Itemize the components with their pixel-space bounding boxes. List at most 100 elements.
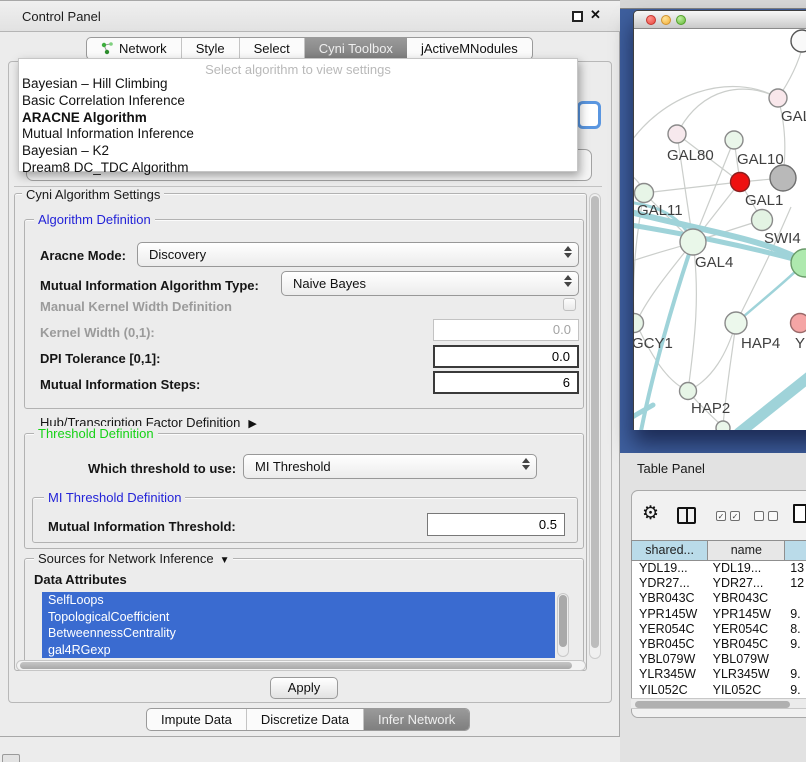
algorithm-menu-hint: Select algorithm to view settings — [19, 59, 577, 76]
application-screen: Control Panel ✕ Network Style Select Cyn… — [0, 0, 806, 762]
mi-type-value: Naive Bayes — [293, 276, 366, 291]
table-row[interactable]: YDR27...YDR27...12 — [632, 576, 806, 591]
cell-shared: YBR045C — [632, 637, 709, 652]
zoom-traffic-light-icon[interactable] — [676, 15, 686, 25]
scrollbar-thumb[interactable] — [635, 701, 790, 708]
gear-icon[interactable]: ⚙ — [642, 502, 659, 525]
close-traffic-light-icon[interactable] — [646, 15, 656, 25]
tab-infer-network-label: Infer Network — [378, 712, 455, 727]
scrollbar-thumb[interactable] — [20, 662, 572, 669]
tab-cyni-toolbox-label: Cyni Toolbox — [319, 41, 393, 56]
table-row[interactable]: YBL079WYBL079W — [632, 652, 806, 667]
unchecked-checkbox-icon[interactable] — [754, 511, 764, 521]
table-row[interactable]: YLR345WYLR345W9. — [632, 667, 806, 682]
tab-select-label: Select — [254, 41, 290, 56]
mi-type-combo[interactable]: Naive Bayes — [281, 271, 579, 296]
network-view[interactable]: GAL GAL80 GAL10 GAL1 GAL11 SWI4 GAL4 GCY… — [634, 29, 806, 430]
node-label-swi4: SWI4 — [764, 230, 801, 247]
node-label-y-partial: Y — [795, 335, 805, 352]
network-window: GAL GAL80 GAL10 GAL1 GAL11 SWI4 GAL4 GCY… — [633, 10, 806, 430]
table-row[interactable]: YPR145WYPR145W9. — [632, 607, 806, 622]
cell-name: YBR045C — [709, 637, 787, 652]
unchecked-checkbox-icon[interactable] — [768, 511, 778, 521]
tab-jactivemnodules[interactable]: jActiveMNodules — [407, 38, 532, 59]
checked-checkbox-icon[interactable]: ✓ — [716, 511, 726, 521]
node-label-gal4: GAL4 — [695, 254, 733, 271]
apply-button[interactable]: Apply — [270, 677, 338, 699]
stepper-icon — [520, 458, 531, 470]
aracne-mode-label: Aracne Mode: — [40, 248, 126, 263]
manual-kernel-checkbox[interactable] — [563, 298, 576, 311]
dpi-tolerance-field[interactable]: 0.0 — [433, 345, 579, 368]
tab-impute-data[interactable]: Impute Data — [147, 709, 247, 730]
attributes-scrollbar[interactable] — [557, 593, 569, 657]
algorithm-dropdown-menu: Select algorithm to view settings Bayesi… — [18, 58, 578, 172]
cyni-algorithm-settings-title: Cyni Algorithm Settings — [22, 187, 164, 202]
attr-item-topologicalcoefficient[interactable]: TopologicalCoefficient — [42, 609, 555, 626]
table-row[interactable]: YER054CYER054C8. — [632, 622, 806, 637]
cell-name: YBL079W — [709, 652, 787, 667]
tab-style[interactable]: Style — [182, 38, 240, 59]
table-row[interactable]: YBR043CYBR043C — [632, 591, 806, 606]
aracne-mode-combo[interactable]: Discovery — [137, 242, 579, 267]
node-label-gal80: GAL80 — [667, 147, 714, 164]
scrollbar-thumb[interactable] — [591, 196, 599, 648]
tab-jactivemnodules-label: jActiveMNodules — [421, 41, 518, 56]
cell-name: YDR27... — [709, 576, 787, 591]
table-horizontal-scrollbar[interactable] — [631, 698, 806, 709]
kernel-width-field[interactable]: 0.0 — [433, 319, 579, 341]
tab-network[interactable]: Network — [87, 38, 182, 59]
attr-item-betweennesscentrality[interactable]: BetweennessCentrality — [42, 625, 555, 642]
checked-checkbox-icon[interactable]: ✓ — [730, 511, 740, 521]
tab-cyni-toolbox[interactable]: Cyni Toolbox — [305, 38, 407, 59]
settings-vertical-scrollbar[interactable] — [589, 193, 601, 659]
cell-name: YLR345W — [709, 667, 787, 682]
scrollbar-thumb[interactable] — [559, 595, 567, 647]
kernel-width-label: Kernel Width (0,1): — [40, 325, 155, 340]
node-label-gal1: GAL1 — [745, 192, 783, 209]
which-threshold-label: Which threshold to use: — [88, 461, 236, 476]
restore-icon[interactable] — [572, 11, 583, 22]
column-layout-icon[interactable] — [677, 507, 696, 524]
table-body: YDL19...YDL19...13 YDR27...YDR27...12 YB… — [631, 561, 806, 698]
column-header-partial[interactable] — [785, 541, 806, 560]
table-row[interactable]: YIL052CYIL052C9. — [632, 683, 806, 698]
mi-threshold-field[interactable]: 0.5 — [427, 513, 565, 536]
close-icon[interactable]: ✕ — [590, 7, 601, 23]
hidden-focused-combo-fragment — [577, 101, 601, 129]
column-header-name[interactable]: name — [708, 541, 785, 560]
table-row[interactable]: YBR045CYBR045C9. — [632, 637, 806, 652]
menu-item-dream8[interactable]: Dream8 DC_TDC Algorithm — [19, 160, 577, 177]
menu-item-bayesian-k2[interactable]: Bayesian – K2 — [19, 143, 577, 160]
which-threshold-combo[interactable]: MI Threshold — [243, 454, 537, 479]
cell-name: YPR145W — [709, 607, 787, 622]
menu-item-basic-correlation[interactable]: Basic Correlation Inference — [19, 93, 577, 110]
settings-horizontal-scrollbar[interactable] — [16, 660, 586, 671]
cell-shared: YBR043C — [632, 591, 709, 606]
column-header-shared[interactable]: shared... — [632, 541, 708, 560]
menu-item-aracne[interactable]: ARACNE Algorithm — [19, 110, 577, 127]
attr-item-selfloops[interactable]: SelfLoops — [42, 592, 555, 609]
tab-infer-network[interactable]: Infer Network — [364, 709, 469, 730]
network-window-titlebar — [634, 11, 806, 29]
table-panel-title: Table Panel — [637, 461, 705, 476]
document-icon[interactable] — [793, 504, 806, 523]
tab-select[interactable]: Select — [240, 38, 305, 59]
toolbar-edge-strip — [620, 0, 806, 9]
cell-name: YBR043C — [709, 591, 787, 606]
tab-discretize-data[interactable]: Discretize Data — [247, 709, 364, 730]
data-attributes-label: Data Attributes — [34, 572, 127, 587]
hidden-group-border — [14, 186, 602, 187]
cell-value — [786, 652, 806, 667]
mi-type-label: Mutual Information Algorithm Type: — [40, 278, 259, 293]
menu-item-bayesian-hill-climbing[interactable]: Bayesian – Hill Climbing — [19, 76, 577, 93]
minimized-panel-button[interactable] — [2, 754, 20, 762]
mi-threshold-label: Mutual Information Threshold: — [48, 519, 236, 534]
table-row[interactable]: YDL19...YDL19...13 — [632, 561, 806, 576]
control-panel-titlebar: Control Panel ✕ — [0, 1, 620, 32]
mi-steps-field[interactable]: 6 — [433, 371, 579, 394]
sources-title[interactable]: Sources for Network Inference▼ — [34, 551, 233, 566]
minimize-traffic-light-icon[interactable] — [661, 15, 671, 25]
attr-item-gal4rgexp[interactable]: gal4RGexp — [42, 642, 555, 659]
menu-item-mutual-information[interactable]: Mutual Information Inference — [19, 126, 577, 143]
